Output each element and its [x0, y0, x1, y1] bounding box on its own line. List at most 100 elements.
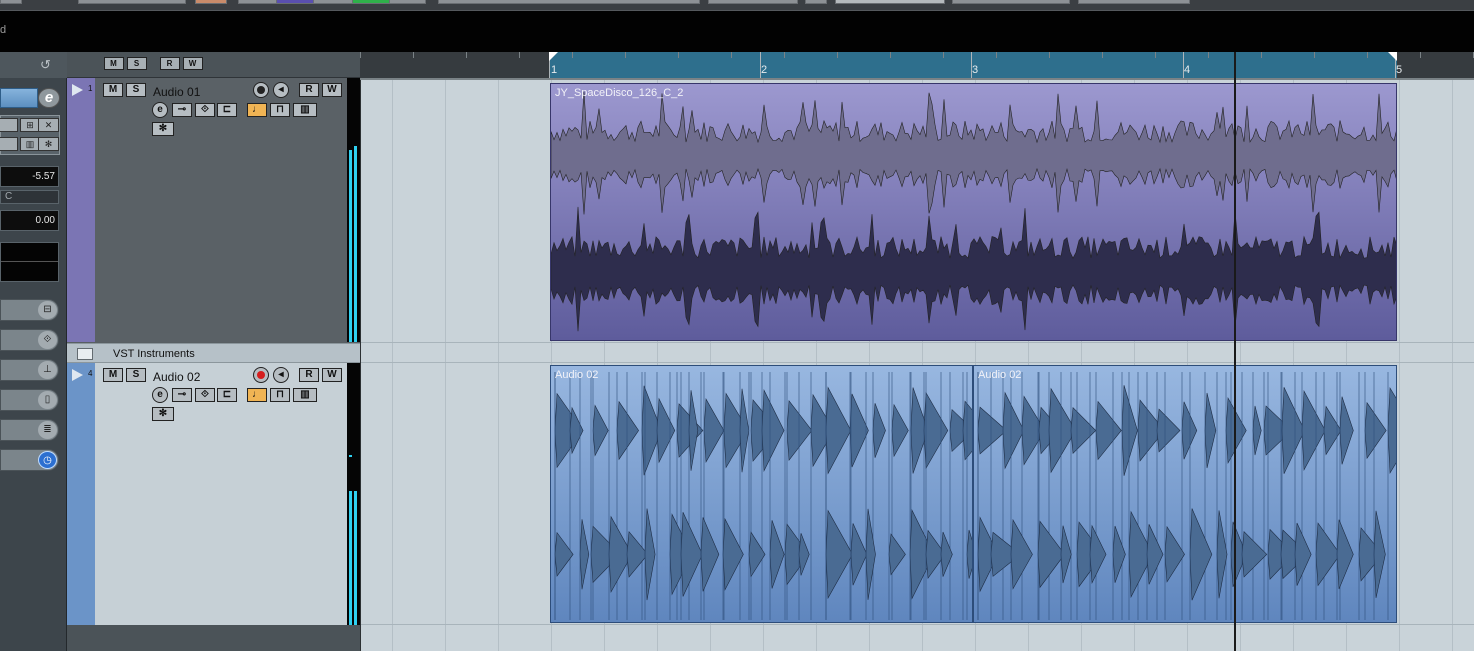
toolbar-field[interactable] [1078, 0, 1190, 4]
pan-field[interactable]: 0.00 [0, 210, 59, 231]
write-button[interactable]: W [322, 83, 342, 97]
track-number: 4 [88, 369, 93, 378]
waveform-transient [1156, 408, 1181, 453]
inspector-track-name[interactable] [0, 88, 38, 108]
toolbar-button[interactable] [195, 0, 227, 4]
insert-icon[interactable]: ⊸ [172, 388, 192, 402]
toolbar-button-group[interactable] [238, 0, 426, 4]
grid-line [498, 80, 499, 651]
waveform-transient [739, 388, 750, 473]
freeze-icon[interactable]: ✻ [152, 122, 174, 136]
toolbar-button[interactable] [352, 0, 390, 4]
bar-label: 4 [1184, 64, 1191, 76]
musical-time-icon[interactable]: ♩ [247, 103, 267, 117]
bar-label: 1 [551, 64, 558, 76]
grid-line [445, 80, 446, 651]
refresh-icon[interactable]: ↺ [40, 57, 51, 73]
toolbar-field[interactable] [952, 0, 1070, 4]
toolbar-button[interactable] [276, 0, 314, 4]
monitor-icon[interactable]: ◂ [273, 367, 289, 383]
lanes-icon[interactable]: ▥ [293, 103, 317, 117]
read-button[interactable]: R [299, 368, 319, 382]
folder-track-vst-instruments[interactable]: VST Instruments [67, 343, 360, 363]
waveform-channel [551, 206, 1396, 332]
edit-channel-button[interactable]: e [152, 102, 168, 118]
inspector-panel: ↺ e ⊞ ✕ ▥ ✻ -5.57 C 0.00 ⊟ ⟐ ⊥ ▯ ≣ ◷ [0, 52, 67, 651]
audio-event-jy-spacedisco[interactable]: JY_SpaceDisco_126_C_2 [550, 83, 1397, 341]
right-locator-icon[interactable] [1388, 52, 1397, 61]
toolbar-field[interactable] [438, 0, 700, 4]
audio-event-audio-02[interactable]: Audio 02 [550, 365, 973, 623]
write-button[interactable]: W [322, 368, 342, 382]
volume-field[interactable]: -5.57 [0, 166, 59, 187]
waveform-transient [1281, 387, 1305, 474]
expand-triangle-icon[interactable] [72, 84, 83, 96]
quick-controls-icon: ◷ [38, 451, 57, 469]
grid-icon[interactable]: ⊞ [20, 118, 40, 132]
waveform-transient [1112, 525, 1126, 583]
monitor-icon[interactable]: ◂ [273, 82, 289, 98]
mute-button[interactable]: M [103, 83, 123, 97]
inspector-section-channel[interactable]: ▯ [0, 389, 59, 411]
settings-icon[interactable]: ✻ [38, 137, 59, 151]
waveform-transient [554, 531, 574, 577]
beat-tick [413, 52, 414, 58]
lanes-icon[interactable]: ▥ [293, 388, 317, 402]
inspector-button[interactable] [0, 118, 18, 132]
waveform-transient [1315, 522, 1341, 587]
toolbar-button[interactable] [78, 0, 186, 4]
inspector-section-inserts[interactable]: ⊟ [0, 299, 59, 321]
eq-icon[interactable]: ⟐ [195, 388, 215, 402]
beat-tick [1367, 52, 1368, 58]
track-audio-01[interactable]: 1 M S Audio 01 ◂ R W e ⊸ ⟐ ⊏ ♩ ⊓ ▥ ✻ [67, 78, 360, 342]
sends-icon[interactable]: ⊏ [217, 388, 237, 402]
edit-channel-icon[interactable]: e [38, 88, 60, 108]
expand-triangle-icon[interactable] [72, 369, 83, 381]
folder-icon[interactable] [77, 348, 93, 360]
waveform-transient [644, 508, 656, 601]
toolbar-button[interactable] [0, 0, 22, 4]
beat-tick [1261, 52, 1262, 58]
toolbar-button[interactable] [805, 0, 827, 4]
musical-time-icon[interactable]: ♩ [247, 388, 267, 402]
lock-icon[interactable]: ⊓ [270, 388, 290, 402]
bars-icon[interactable]: ▥ [20, 137, 40, 151]
edit-channel-button[interactable]: e [152, 387, 168, 403]
inspector-section-sends[interactable]: ⊥ [0, 359, 59, 381]
inspector-button[interactable] [0, 137, 18, 151]
timeline-ruler[interactable]: 1 2 3 4 5 [360, 52, 1474, 80]
waveform-transient [592, 404, 609, 457]
track-name[interactable]: Audio 01 [153, 85, 200, 99]
level-meter [347, 363, 360, 625]
beat-tick [466, 52, 467, 58]
playhead-cursor[interactable] [1234, 52, 1236, 651]
audio-event-audio-02[interactable]: Audio 02 [973, 365, 1397, 623]
track-audio-02[interactable]: 4 M S Audio 02 ◂ R W e ⊸ ⟐ ⊏ ♩ ⊓ ▥ ✻ [67, 363, 360, 625]
track-name[interactable]: Audio 02 [153, 370, 200, 384]
lock-icon[interactable]: ⊓ [270, 103, 290, 117]
close-icon[interactable]: ✕ [38, 118, 59, 132]
inspector-section-eq[interactable]: ⟐ [0, 329, 59, 351]
freeze-icon[interactable]: ✻ [152, 407, 174, 421]
sends-icon: ⊥ [38, 361, 57, 379]
insert-icon[interactable]: ⊸ [172, 103, 192, 117]
record-enable-button[interactable] [253, 367, 269, 383]
solo-button[interactable]: S [126, 368, 146, 382]
inspector-section-notepad[interactable]: ≣ [0, 419, 59, 441]
solo-button[interactable]: S [126, 83, 146, 97]
sends-icon[interactable]: ⊏ [217, 103, 237, 117]
read-button[interactable]: R [299, 83, 319, 97]
top-toolbar [0, 0, 1474, 11]
mute-button[interactable]: M [103, 368, 123, 382]
eq-icon[interactable]: ⟐ [195, 103, 215, 117]
left-locator-icon[interactable] [549, 52, 558, 61]
arrange-window[interactable]: JY_SpaceDisco_126_C_2 Audio 02 Audio 02 [360, 80, 1474, 651]
read-all-button[interactable]: R [160, 57, 180, 70]
write-all-button[interactable]: W [183, 57, 203, 70]
toolbar-field[interactable] [835, 0, 945, 4]
inspector-section-quick[interactable]: ◷ [0, 449, 59, 471]
solo-all-button[interactable]: S [127, 57, 147, 70]
toolbar-field[interactable] [708, 0, 798, 4]
mute-all-button[interactable]: M [104, 57, 124, 70]
record-enable-button[interactable] [253, 82, 269, 98]
